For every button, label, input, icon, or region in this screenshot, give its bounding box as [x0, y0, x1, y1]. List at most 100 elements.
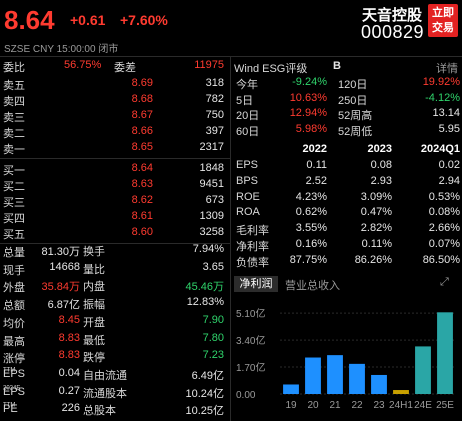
stat-value: 8.83: [58, 331, 80, 344]
esg-grade: B: [333, 60, 341, 72]
bid-price: 8.60: [131, 226, 153, 238]
bar[interactable]: [437, 312, 453, 394]
metric-value: 3.09%: [360, 190, 392, 203]
quote-time: 15:00:00: [56, 44, 96, 55]
stat-label: EPS TTM: [3, 367, 25, 380]
stat-value: 7.94%: [192, 243, 224, 255]
currency: CNY: [32, 44, 54, 55]
stat-value: 10.25亿: [185, 405, 224, 418]
bid-volume: 1309: [199, 210, 224, 222]
expand-icon[interactable]: ⤢: [440, 276, 449, 289]
metric-value: 3.55%: [295, 222, 327, 235]
period-return: 13.14: [432, 107, 460, 119]
period-return: -9.24%: [292, 76, 327, 88]
metric-value: 2.94: [438, 174, 460, 187]
bid-label: 买一: [3, 165, 25, 177]
bid-price: 8.63: [131, 178, 153, 190]
metric-value: 86.26%: [354, 253, 392, 266]
ratio-value: 56.75%: [64, 59, 102, 71]
financial-year: 2023: [367, 143, 392, 155]
bid-level[interactable]: 买三 8.62 673: [0, 193, 228, 210]
bar[interactable]: [349, 363, 365, 394]
stat-row: 总额 6.87亿 振幅 12.83%: [0, 295, 228, 312]
stat-label: 内盘: [83, 281, 105, 294]
trade-now-button[interactable]: 立即交易: [428, 4, 458, 37]
ask-volume: 397: [205, 125, 224, 137]
period-label: 20日: [236, 110, 260, 122]
order-ratio-row: 委比 56.75% 委差 11975: [0, 58, 228, 75]
stat-value: 8.83: [58, 349, 80, 362]
metric-value: 0.53%: [428, 190, 460, 203]
exchange: SZSE: [4, 44, 31, 55]
metric-label: BPS: [236, 174, 259, 187]
bid-level[interactable]: 买四 8.61 1309: [0, 209, 228, 226]
y-tick-label: 5.10亿: [236, 307, 265, 320]
bid-label: 买三: [3, 197, 25, 209]
ask-level[interactable]: 卖五 8.69 318: [0, 76, 228, 93]
bid-level[interactable]: 买一 8.64 1848: [0, 161, 228, 178]
stat-label: 流通股本: [83, 387, 127, 400]
period-return: 5.95: [438, 122, 460, 135]
ask-price: 8.67: [131, 109, 153, 121]
stat-row: 均价 8.45 开盘 7.90: [0, 313, 228, 330]
stat-label: 量比: [83, 263, 105, 276]
stat-value: 10.24亿: [185, 387, 224, 400]
stat-value: 6.87亿: [47, 299, 80, 312]
stat-label: 自由流通: [83, 369, 127, 382]
bid-label: 买五: [3, 229, 25, 241]
bar[interactable]: [283, 384, 299, 394]
x-tick-label: 20: [307, 400, 319, 411]
period-label: 今年: [236, 79, 258, 91]
market-info-line: SZSE CNY 15:00:00 闭市: [4, 40, 118, 55]
stat-value: 35.84万: [41, 281, 80, 294]
stat-label-text: 涨停: [3, 353, 25, 366]
stat-row: 最高 8.83 最低 7.80: [0, 331, 228, 348]
bar[interactable]: [371, 374, 387, 394]
stat-value: 7.23: [202, 349, 224, 362]
ask-level[interactable]: 卖一 8.65 2317: [0, 140, 228, 157]
tab-revenue[interactable]: 营业总收入: [285, 277, 340, 293]
ask-price: 8.66: [131, 125, 153, 137]
esg-detail-link[interactable]: 详情: [436, 60, 458, 76]
bid-level[interactable]: 买二 8.63 9451: [0, 177, 228, 194]
bid-level[interactable]: 买五 8.60 3258: [0, 225, 228, 242]
bar[interactable]: [327, 355, 343, 394]
metric-label: 净利率: [236, 241, 269, 253]
bid-price: 8.64: [131, 162, 153, 174]
x-tick-label: 24H1: [389, 400, 413, 411]
x-tick-label: 22: [351, 400, 363, 411]
stat-value: 6.49亿: [191, 369, 224, 382]
tab-net-profit[interactable]: 净利润: [234, 276, 278, 292]
period-return: 12.94%: [289, 107, 327, 119]
period-return: 5.98%: [295, 122, 327, 135]
stat-value: 8.45: [58, 313, 80, 326]
ask-level[interactable]: 卖三 8.67 750: [0, 108, 228, 125]
stat-row: EPS 2024E 0.27 流通股本 10.24亿: [0, 384, 228, 401]
bar[interactable]: [305, 357, 321, 394]
bid-price: 8.61: [131, 210, 153, 222]
metric-value: 2.52: [305, 174, 327, 187]
financial-year: 2024Q1: [420, 143, 460, 155]
financial-row: ROE 4.23% 3.09% 0.53%: [234, 191, 462, 206]
ask-volume: 2317: [199, 141, 224, 153]
financial-row: 毛利率 3.55% 2.82% 2.66%: [234, 222, 462, 237]
header-divider: [0, 56, 462, 57]
bar[interactable]: [415, 346, 431, 394]
ask-level[interactable]: 卖四 8.68 782: [0, 92, 228, 109]
metric-value: 4.23%: [295, 190, 327, 203]
financial-row: ROA 0.62% 0.47% 0.08%: [234, 206, 462, 221]
bid-label: 买四: [3, 213, 25, 225]
period-label: 250日: [338, 94, 368, 107]
bar[interactable]: [393, 390, 409, 394]
stat-row: 总量 81.30万 换手 7.94%: [0, 242, 228, 259]
y-tick-label: 0.00: [236, 390, 256, 401]
ask-level[interactable]: 卖二 8.66 397: [0, 124, 228, 141]
net-profit-chart: 5.10亿 3.40亿 1.70亿 0.00 19 20 21 22 23 24H1 24E 25E: [236, 307, 456, 411]
bid-price: 8.62: [131, 194, 153, 206]
financial-row: 负债率 87.75% 86.26% 86.50%: [234, 254, 462, 269]
performance-row: 60日 5.98% 52周低 5.95: [234, 123, 462, 138]
ask-volume: 750: [205, 109, 224, 121]
stat-row: 外盘 35.84万 内盘 45.46万: [0, 277, 228, 294]
bid-volume: 1848: [199, 162, 224, 174]
metric-value: 0.16%: [295, 238, 327, 250]
